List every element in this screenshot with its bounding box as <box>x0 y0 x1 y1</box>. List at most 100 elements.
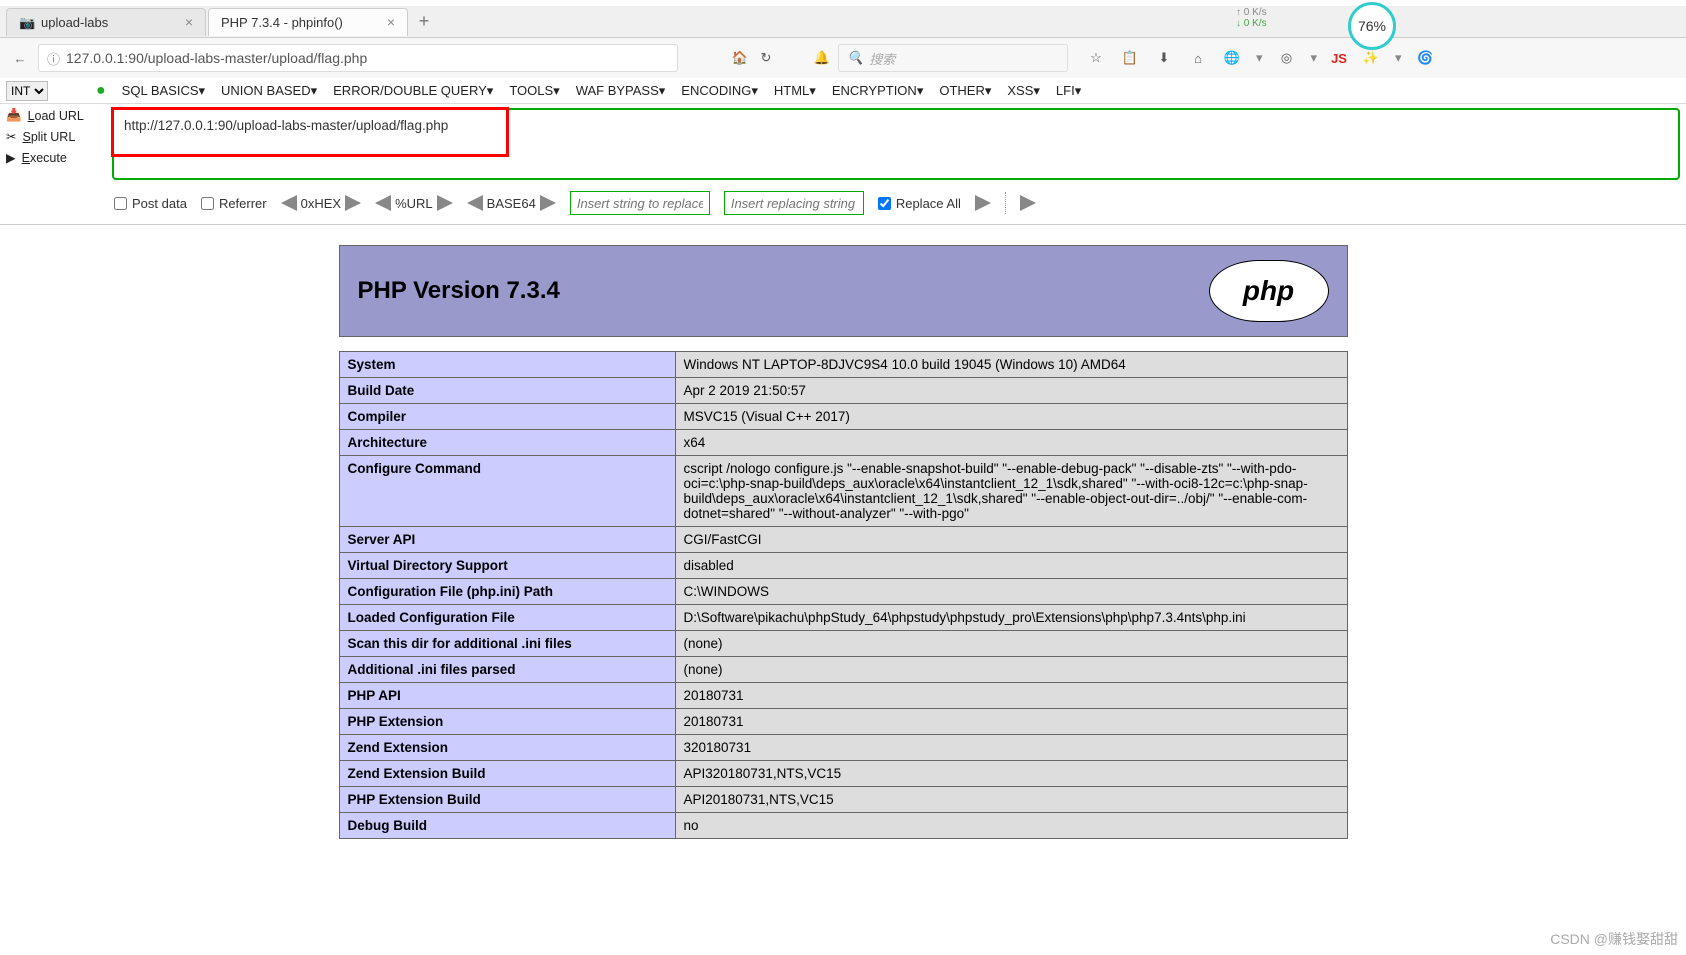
menu-other[interactable]: OTHER▾ <box>939 83 991 99</box>
referrer-check[interactable]: Referrer <box>201 196 267 211</box>
info-icon[interactable]: ⓘ <box>47 49 60 68</box>
wand-icon[interactable]: ✨ <box>1361 48 1381 68</box>
load-icon: 📥 <box>6 108 22 123</box>
highlight-box: http://127.0.0.1:90/upload-labs-master/u… <box>111 107 509 157</box>
watermark: CSDN @赚钱娶甜甜 <box>1550 929 1678 949</box>
phpinfo-key: PHP Extension <box>339 709 675 735</box>
speed-down: ↓ 0 K/s <box>1236 18 1267 29</box>
swirl-icon[interactable]: 🌀 <box>1416 48 1436 68</box>
phpinfo-value: API20180731,NTS,VC15 <box>675 787 1347 813</box>
table-row: CompilerMSVC15 (Visual C++ 2017) <box>339 404 1347 430</box>
download-icon[interactable]: ⬇ <box>1154 48 1174 68</box>
url-text: 127.0.0.1:90/upload-labs-master/upload/f… <box>66 50 367 66</box>
home-icon[interactable]: 🏠 <box>730 48 750 68</box>
split-url-button[interactable]: ✂ Split URL <box>6 129 104 144</box>
load-url-button[interactable]: 📥 Load URL <box>6 108 104 123</box>
hex-encode-button[interactable]: 0xHEX <box>281 195 361 211</box>
phpinfo-key: Zend Extension <box>339 735 675 761</box>
table-row: Architecturex64 <box>339 430 1347 456</box>
play-icon: ▶ <box>6 150 16 165</box>
bell-icon[interactable]: 🔔 <box>812 48 832 68</box>
menu-union-based[interactable]: UNION BASED▾ <box>221 83 317 99</box>
phpinfo-value: cscript /nologo configure.js "--enable-s… <box>675 456 1347 527</box>
menu-tools[interactable]: TOOLS▾ <box>509 83 559 99</box>
new-tab-button[interactable]: + <box>410 11 438 32</box>
base64-button[interactable]: BASE64 <box>467 195 556 211</box>
camera-icon: 📷 <box>19 15 33 29</box>
tab-label: PHP 7.3.4 - phpinfo() <box>221 15 343 30</box>
target-icon[interactable]: ◎ <box>1277 48 1297 68</box>
phpinfo-key: Compiler <box>339 404 675 430</box>
phpinfo-value: API320180731,NTS,VC15 <box>675 761 1347 787</box>
postdata-check[interactable]: Post data <box>114 196 187 211</box>
insert-string-input[interactable] <box>570 191 710 215</box>
menu-encoding[interactable]: ENCODING▾ <box>681 83 758 99</box>
globe-icon[interactable]: 🌐 <box>1222 48 1242 68</box>
phpinfo-key: Zend Extension Build <box>339 761 675 787</box>
star-icon[interactable]: ☆ <box>1086 48 1106 68</box>
close-icon[interactable]: × <box>185 14 193 30</box>
phpinfo-value: x64 <box>675 430 1347 456</box>
phpinfo-key: Architecture <box>339 430 675 456</box>
phpinfo-key: Configuration File (php.ini) Path <box>339 579 675 605</box>
replace-go-button[interactable] <box>975 195 991 211</box>
menu-xss[interactable]: XSS▾ <box>1007 83 1040 99</box>
replace-string-input[interactable] <box>724 191 864 215</box>
int-select[interactable]: INT <box>6 81 48 101</box>
js-button[interactable]: JS <box>1331 51 1347 66</box>
browser-tabs: 📷 upload-labs × PHP 7.3.4 - phpinfo() × … <box>0 6 1686 38</box>
tab-label: upload-labs <box>41 15 108 30</box>
phpinfo-key: Build Date <box>339 378 675 404</box>
phpinfo-value: MSVC15 (Visual C++ 2017) <box>675 404 1347 430</box>
table-row: Configure Commandcscript /nologo configu… <box>339 456 1347 527</box>
phpinfo-value: disabled <box>675 553 1347 579</box>
table-row: Additional .ini files parsed(none) <box>339 657 1347 683</box>
menu-lfi[interactable]: LFI▾ <box>1056 83 1081 99</box>
tab-upload-labs[interactable]: 📷 upload-labs × <box>6 8 206 36</box>
close-icon[interactable]: × <box>387 14 395 30</box>
dropdown-icon[interactable]: ▾ <box>1311 50 1318 66</box>
back-button[interactable]: ← <box>8 46 32 70</box>
hackbar-url-input[interactable]: http://127.0.0.1:90/upload-labs-master/u… <box>112 108 1680 180</box>
phpinfo-value: (none) <box>675 657 1347 683</box>
menu-sql-basics[interactable]: SQL BASICS▾ <box>122 83 205 99</box>
table-row: Scan this dir for additional .ini files(… <box>339 631 1347 657</box>
phpinfo-block: PHP Version 7.3.4 php SystemWindows NT L… <box>339 245 1348 839</box>
content-pane: PHP Version 7.3.4 php SystemWindows NT L… <box>0 225 1686 839</box>
table-row: Configuration File (php.ini) PathC:\WIND… <box>339 579 1347 605</box>
nav-bar: ← ⓘ 127.0.0.1:90/upload-labs-master/uplo… <box>0 38 1686 78</box>
table-row: PHP API20180731 <box>339 683 1347 709</box>
speed-up: ↑ 0 K/s <box>1236 7 1267 18</box>
reload-icon[interactable]: ↻ <box>756 48 776 68</box>
url-encode-button[interactable]: %URL <box>375 195 453 211</box>
hackbar-opts: Post data Referrer 0xHEX %URL BASE64 Rep… <box>0 184 1686 224</box>
menu-error-dq[interactable]: ERROR/DOUBLE QUERY▾ <box>333 83 493 99</box>
search-input[interactable]: 🔍 搜索 <box>838 44 1068 72</box>
phpinfo-key: PHP API <box>339 683 675 709</box>
phpinfo-header: PHP Version 7.3.4 php <box>339 245 1348 337</box>
speed-ring: 76% <box>1348 2 1396 50</box>
dropdown-icon[interactable]: ▾ <box>1256 50 1263 66</box>
phpinfo-key: Configure Command <box>339 456 675 527</box>
clipboard-icon[interactable]: 📋 <box>1120 48 1140 68</box>
tab-phpinfo[interactable]: PHP 7.3.4 - phpinfo() × <box>208 8 408 36</box>
menu-waf-bypass[interactable]: WAF BYPASS▾ <box>576 83 666 99</box>
execute-u: E <box>22 151 30 165</box>
dropdown-icon[interactable]: ▾ <box>1395 50 1402 66</box>
split-url-u: S <box>22 130 30 144</box>
table-row: Virtual Directory Supportdisabled <box>339 553 1347 579</box>
menu-html[interactable]: HTML▾ <box>774 83 816 99</box>
replace-all-check[interactable]: Replace All <box>878 196 961 211</box>
table-row: PHP Extension20180731 <box>339 709 1347 735</box>
phpinfo-value: 320180731 <box>675 735 1347 761</box>
phpinfo-value: Apr 2 2019 21:50:57 <box>675 378 1347 404</box>
table-row: Zend Extension BuildAPI320180731,NTS,VC1… <box>339 761 1347 787</box>
url-bar[interactable]: ⓘ 127.0.0.1:90/upload-labs-master/upload… <box>38 44 678 72</box>
menu-encryption[interactable]: ENCRYPTION▾ <box>832 83 924 99</box>
replace-extra-button[interactable] <box>1020 195 1036 211</box>
phpinfo-value: no <box>675 813 1347 839</box>
home2-icon[interactable]: ⌂ <box>1188 48 1208 68</box>
phpinfo-key: Virtual Directory Support <box>339 553 675 579</box>
execute-button[interactable]: ▶ Execute <box>6 150 104 165</box>
phpinfo-key: System <box>339 352 675 378</box>
